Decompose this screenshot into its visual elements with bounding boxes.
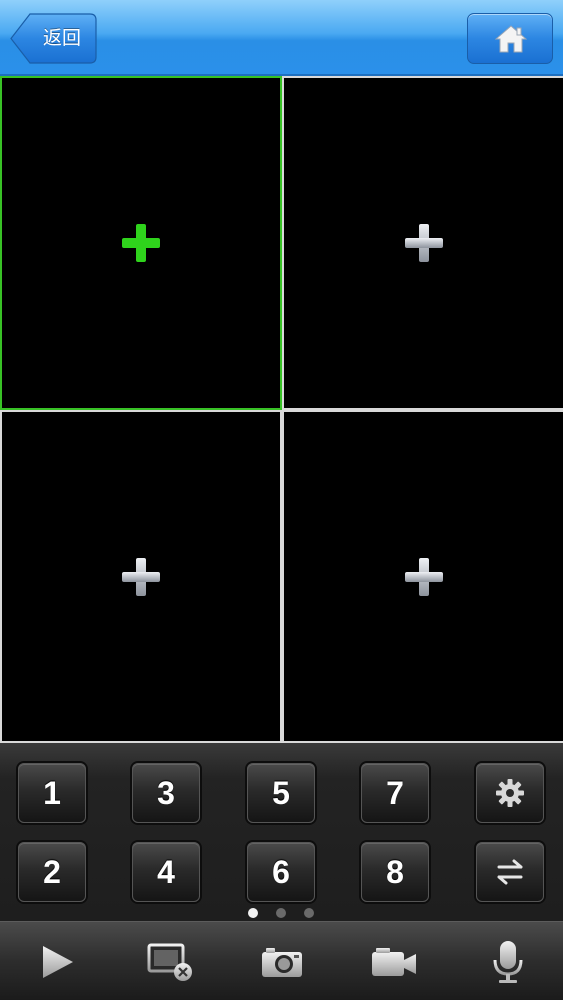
add-icon — [122, 224, 160, 262]
switch-button[interactable] — [476, 842, 544, 902]
play-icon — [43, 946, 73, 978]
page-indicator — [0, 906, 563, 920]
page-dot[interactable] — [276, 908, 286, 918]
microphone-icon — [493, 941, 523, 983]
play-button[interactable] — [28, 934, 88, 990]
gear-icon — [496, 779, 524, 807]
video-cell-1[interactable] — [0, 76, 282, 410]
add-icon — [404, 224, 443, 262]
record-button[interactable] — [364, 934, 424, 990]
add-icon — [404, 557, 443, 596]
page-dot[interactable] — [248, 908, 258, 918]
home-icon — [495, 25, 527, 53]
channel-key-4[interactable]: 4 — [132, 842, 200, 902]
close-all-button[interactable] — [140, 934, 200, 990]
video-cell-3[interactable] — [2, 412, 280, 741]
switch-arrows-icon — [497, 859, 523, 885]
video-cell-2[interactable] — [284, 78, 563, 408]
back-label: 返回 — [42, 28, 81, 49]
back-button[interactable]: 返回 — [10, 13, 97, 64]
settings-button[interactable] — [476, 763, 544, 823]
channel-key-3[interactable]: 3 — [132, 763, 200, 823]
video-cell-4[interactable] — [284, 412, 563, 741]
camera-icon — [262, 948, 302, 977]
channel-key-8[interactable]: 8 — [361, 842, 429, 902]
close-all-screen-icon — [147, 943, 192, 981]
video-grid — [0, 76, 563, 743]
channel-key-6[interactable]: 6 — [247, 842, 315, 902]
channel-key-1[interactable]: 1 — [18, 763, 86, 823]
snapshot-button[interactable] — [252, 934, 312, 990]
page-dot[interactable] — [304, 908, 314, 918]
channel-key-2[interactable]: 2 — [18, 842, 86, 902]
talk-button[interactable] — [478, 934, 538, 990]
add-icon — [122, 557, 160, 596]
channel-key-7[interactable]: 7 — [361, 763, 429, 823]
bottom-toolbar — [0, 921, 563, 1000]
top-nav-bar: 返回 — [0, 0, 563, 76]
home-button[interactable] — [467, 13, 553, 64]
channel-key-5[interactable]: 5 — [247, 763, 315, 823]
video-record-icon — [372, 948, 416, 976]
